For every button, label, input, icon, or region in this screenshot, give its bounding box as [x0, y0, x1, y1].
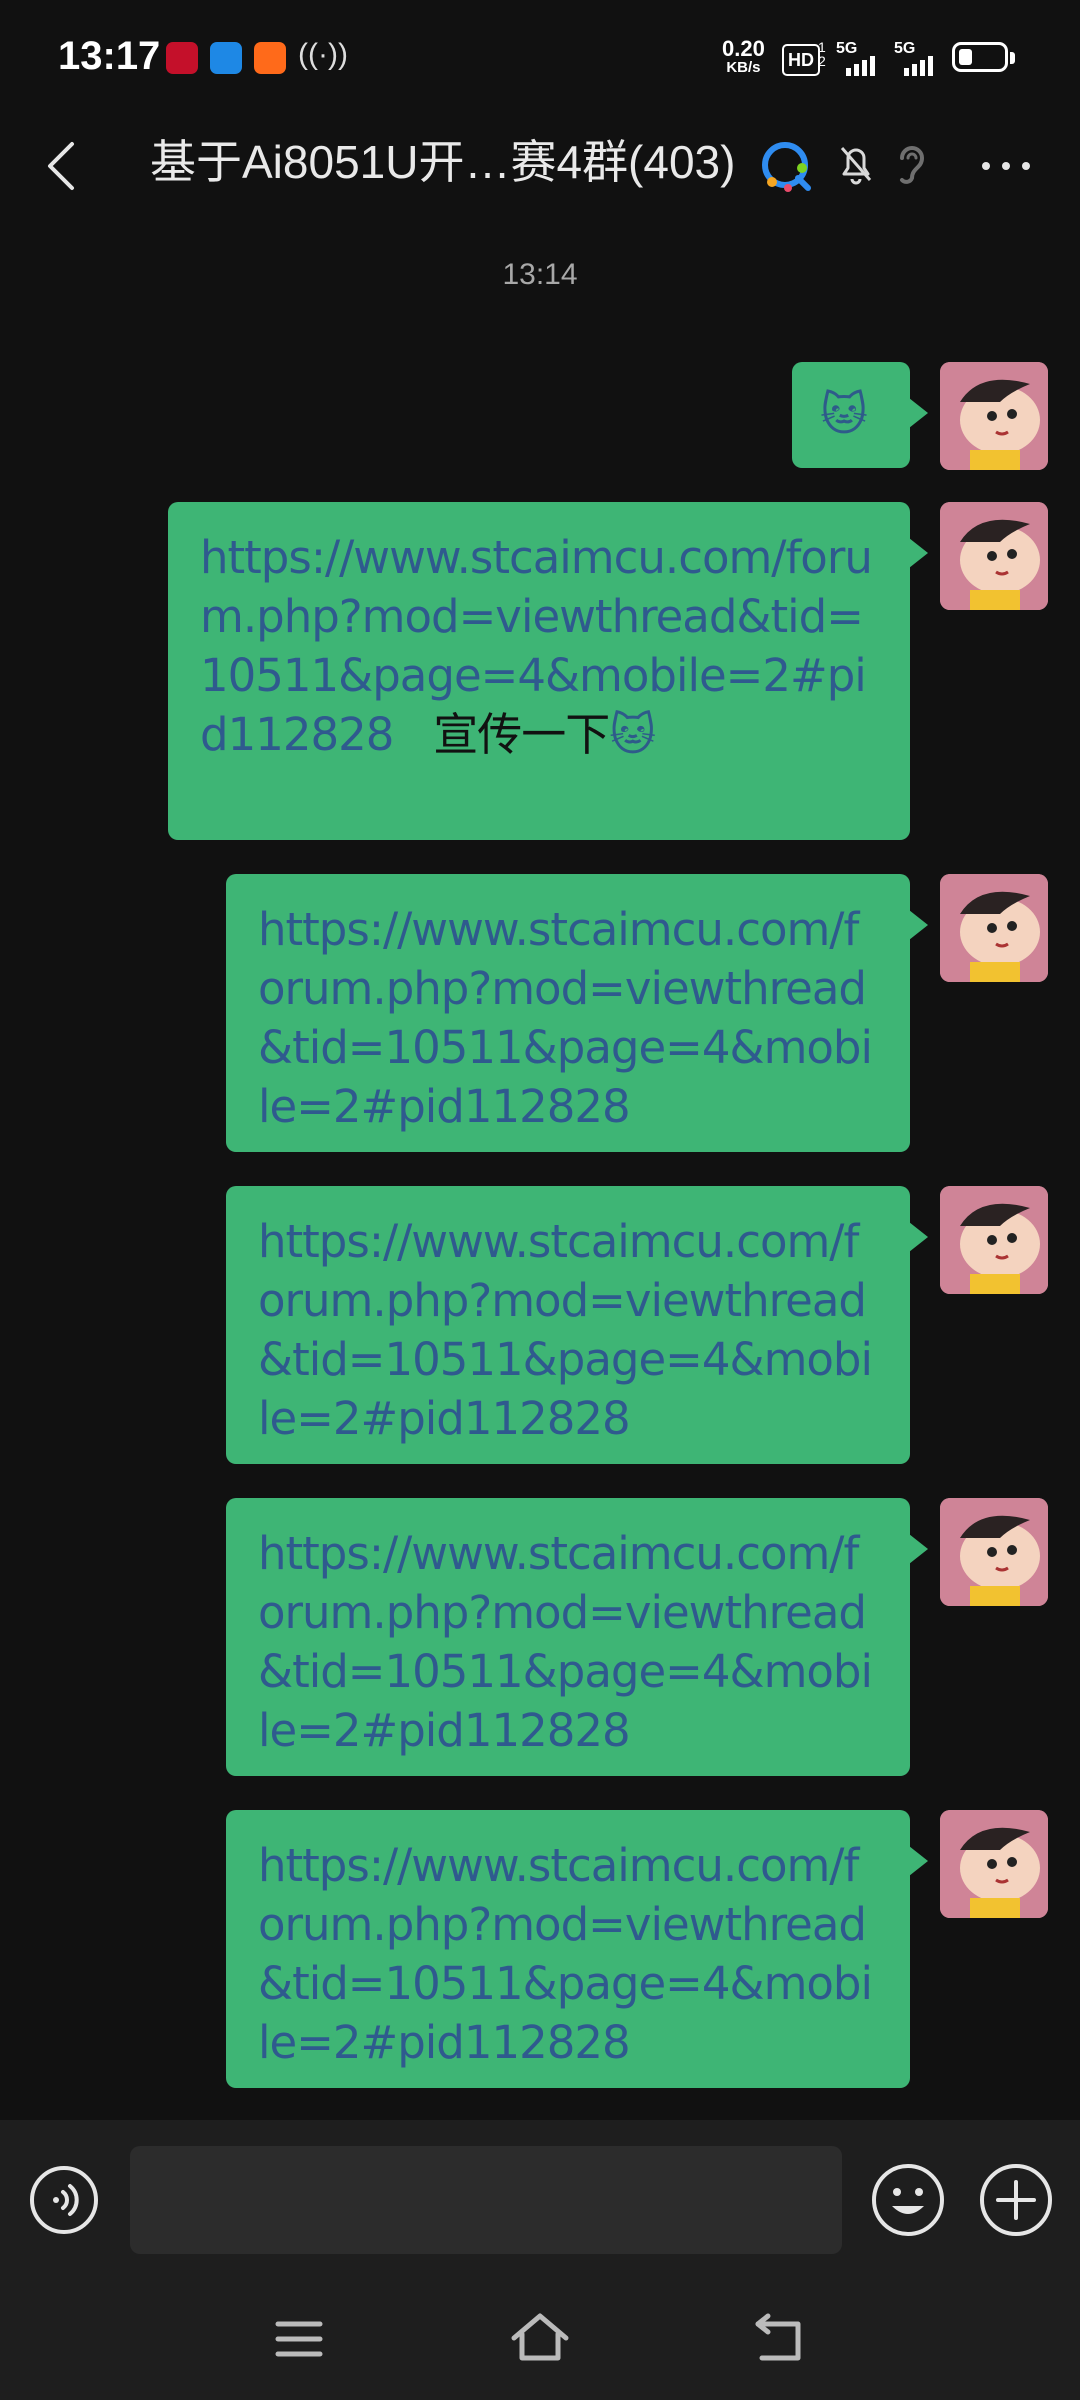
message-emoji: 🐱: [820, 387, 868, 441]
message-bubble[interactable]: https://www.stcaimcu.com/forum.php?mod=v…: [226, 1186, 928, 1464]
sender-avatar[interactable]: [940, 1186, 1048, 1294]
sender-avatar[interactable]: [940, 362, 1048, 470]
sender-avatar[interactable]: [940, 1498, 1048, 1606]
message-emoji: 🐱: [609, 708, 656, 761]
recent-apps-button[interactable]: [274, 2316, 324, 2362]
emoji-button[interactable]: [870, 2162, 946, 2238]
system-navigation-bar: [0, 2280, 1080, 2400]
mute-notifications-icon[interactable]: [836, 142, 876, 186]
hd-voice-sub: 12: [818, 39, 826, 69]
message-link[interactable]: https://www.stcaimcu.com/forum.php?mod=v…: [258, 1215, 873, 1445]
notification-app-icon: [210, 42, 242, 74]
battery-icon: [952, 42, 1008, 72]
notification-app-icon: [254, 42, 286, 74]
message-link[interactable]: https://www.stcaimcu.com/forum.php?mod=v…: [258, 1527, 873, 1757]
group-assistant-icon[interactable]: [758, 138, 814, 194]
message-timestamp: 13:14: [502, 258, 578, 291]
more-functions-button[interactable]: [978, 2162, 1054, 2238]
message-link[interactable]: https://www.stcaimcu.com/forum.php?mod=v…: [258, 903, 873, 1133]
message-text: https://www.stcaimcu.com/forum.php?mod=v…: [258, 900, 880, 1136]
status-bar: 13:17 ((·)) 0.20 KB/s HD 12 5G 5G: [0, 0, 1080, 118]
status-time: 13:17: [58, 34, 161, 78]
chat-header: 基于Ai8051U开…赛4群(403): [0, 118, 1080, 214]
message-bubble[interactable]: https://www.stcaimcu.com/forum.php?mod=v…: [226, 874, 928, 1152]
system-back-button[interactable]: [752, 2312, 808, 2364]
signal-sim1-icon: 5G: [836, 40, 884, 76]
message-text: https://www.stcaimcu.com/forum.php?mod=v…: [258, 1836, 880, 2072]
sender-avatar[interactable]: [940, 874, 1048, 982]
network-speed: 0.20 KB/s: [722, 36, 765, 76]
network-speed-unit: KB/s: [726, 59, 761, 76]
message-text: https://www.stcaimcu.com/forum.php?mod=v…: [258, 1524, 880, 1760]
battery-tip: [1010, 52, 1015, 64]
message-input[interactable]: [130, 2146, 842, 2254]
chat-input-bar: [0, 2120, 1080, 2280]
message-bubble[interactable]: https://www.stcaimcu.com/forum.php?mod=v…: [168, 502, 928, 840]
notification-app-icon: [166, 42, 198, 74]
message-bubble[interactable]: https://www.stcaimcu.com/forum.php?mod=v…: [226, 1810, 928, 2088]
chat-title[interactable]: 基于Ai8051U开…赛4群(403): [150, 130, 735, 194]
hd-voice-icon: HD: [782, 44, 820, 76]
voice-input-button[interactable]: [28, 2164, 100, 2236]
hotspot-icon: ((·)): [298, 38, 348, 71]
earpiece-mode-icon[interactable]: [892, 140, 928, 190]
more-options-icon[interactable]: [976, 144, 1036, 188]
signal-sim2-icon: 5G: [894, 40, 942, 76]
message-caption: 宣传一下: [433, 708, 610, 761]
message-text: https://www.stcaimcu.com/forum.php?mod=v…: [258, 1212, 880, 1448]
home-button[interactable]: [508, 2310, 572, 2366]
sender-avatar[interactable]: [940, 1810, 1048, 1918]
back-button[interactable]: [34, 136, 94, 196]
sender-avatar[interactable]: [940, 502, 1048, 610]
message-bubble[interactable]: 🐱: [792, 362, 928, 468]
network-speed-value: 0.20: [722, 36, 765, 61]
message-link[interactable]: https://www.stcaimcu.com/forum.php?mod=v…: [258, 1839, 873, 2069]
message-text: https://www.stcaimcu.com/forum.php?mod=v…: [200, 528, 880, 764]
message-bubble[interactable]: https://www.stcaimcu.com/forum.php?mod=v…: [226, 1498, 928, 1776]
